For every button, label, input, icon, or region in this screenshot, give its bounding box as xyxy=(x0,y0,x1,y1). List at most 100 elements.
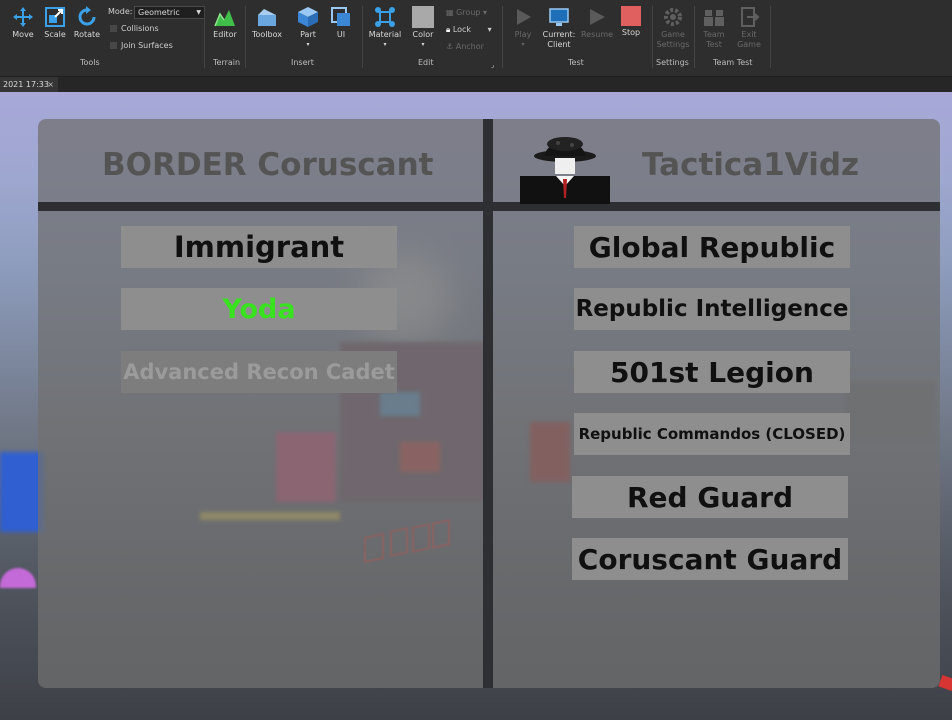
rotate-tool-button[interactable]: Rotate xyxy=(70,4,104,40)
avatar-icon xyxy=(520,137,610,204)
scale-tool-button[interactable]: Scale xyxy=(38,4,72,40)
material-icon xyxy=(375,7,395,27)
play-button[interactable]: Play ▾ xyxy=(506,4,540,50)
anchor-label: Anchor xyxy=(455,42,484,51)
team-test-label-1: Team xyxy=(703,30,725,39)
player-name-title: Tactica1Vidz xyxy=(642,147,860,183)
lock-button[interactable]: 🔒︎ Lock ▾ xyxy=(446,25,492,35)
studio-ribbon: t Move Scale Rotate Mode: Geometric ▼ Co… xyxy=(0,0,952,77)
color-label: Color xyxy=(412,30,434,39)
color-button[interactable]: Color ▾ xyxy=(406,4,440,50)
toolbox-icon xyxy=(258,9,276,26)
current-client-label-2: Client xyxy=(547,40,571,49)
terrain-editor-button[interactable]: Editor xyxy=(208,4,242,40)
toolbox-label: Toolbox xyxy=(252,30,282,39)
resume-icon xyxy=(590,9,605,25)
mode-select-value: Geometric xyxy=(138,8,180,17)
ui-button[interactable]: UI xyxy=(324,4,358,40)
stop-icon xyxy=(621,6,641,26)
collisions-label: Collisions xyxy=(121,24,159,33)
team-button-red-guard[interactable]: Red Guard xyxy=(572,476,848,518)
join-surfaces-toggle[interactable]: Join Surfaces xyxy=(110,41,173,51)
group-divider xyxy=(502,6,503,68)
part-label: Part xyxy=(300,30,316,39)
group-divider xyxy=(694,6,695,68)
settings-group-label: Settings xyxy=(656,58,689,67)
exit-game-label-1: Exit xyxy=(741,30,757,39)
group-divider xyxy=(770,6,771,68)
toolbox-button[interactable]: Toolbox xyxy=(250,4,284,40)
stop-button[interactable]: Stop xyxy=(614,4,648,38)
test-group-label: Test xyxy=(568,58,584,67)
chevron-down-icon: ▾ xyxy=(383,41,387,48)
team-button-immigrant[interactable]: Immigrant xyxy=(121,226,397,268)
collisions-checkbox[interactable] xyxy=(110,25,117,32)
material-label: Material xyxy=(368,30,402,39)
team-test-group-label: Team Test xyxy=(713,58,753,67)
game-settings-label-2: Settings xyxy=(656,40,690,49)
lock-label: Lock xyxy=(452,25,472,34)
collisions-toggle[interactable]: Collisions xyxy=(110,24,159,34)
gear-icon xyxy=(664,8,682,26)
edit-group-label: Edit xyxy=(418,58,434,67)
terrain-editor-label: Editor xyxy=(213,30,237,39)
mode-select[interactable]: Geometric ▼ xyxy=(134,6,205,19)
panel-horizontal-divider xyxy=(38,202,940,211)
chevron-down-icon: ▾ xyxy=(521,41,525,48)
group-icon: ▦ xyxy=(446,8,457,17)
game-settings-button[interactable]: Game Settings xyxy=(656,4,690,50)
group-divider xyxy=(204,6,205,68)
player-name-button[interactable]: Yoda xyxy=(121,288,397,330)
part-button[interactable]: Part ▾ xyxy=(291,4,325,50)
tab-place[interactable]: 2021 17:33 × xyxy=(0,77,58,92)
tools-group-label: Tools xyxy=(80,58,100,67)
join-surfaces-label: Join Surfaces xyxy=(121,41,173,50)
ui-label: UI xyxy=(336,30,346,39)
play-icon xyxy=(517,9,531,25)
rank-button[interactable]: Advanced Recon Cadet xyxy=(121,351,397,393)
stop-label: Stop xyxy=(621,28,641,37)
dome-structure xyxy=(0,568,36,588)
terrain-group-label: Terrain xyxy=(213,58,241,67)
mode-label: Mode: xyxy=(108,7,133,16)
team-test-label-2: Test xyxy=(706,40,722,49)
team-test-button[interactable]: Team Test xyxy=(697,4,731,50)
group-label: Group xyxy=(456,8,481,17)
current-client-button[interactable]: Current: Client xyxy=(542,4,576,50)
border-title: BORDER Coruscant xyxy=(102,147,434,183)
group-divider xyxy=(362,6,363,68)
team-icon xyxy=(704,10,724,26)
move-label: Move xyxy=(12,30,34,39)
color-swatch-icon xyxy=(412,6,434,28)
document-tabstrip: 2021 17:33 × xyxy=(0,77,952,92)
team-button-republic-commandos[interactable]: Republic Commandos (CLOSED) xyxy=(574,413,850,455)
close-icon[interactable]: × xyxy=(47,77,54,92)
team-button-coruscant-guard[interactable]: Coruscant Guard xyxy=(572,538,848,580)
lock-icon: 🔒︎ xyxy=(446,25,453,34)
terrain-icon xyxy=(214,10,235,27)
resume-label: Resume xyxy=(580,30,614,39)
rotate-icon xyxy=(78,6,96,26)
join-surfaces-checkbox[interactable] xyxy=(110,42,117,49)
edit-expand-icon[interactable]: ⌟ xyxy=(491,60,494,70)
group-button[interactable]: ▦ Group ▾ xyxy=(446,8,487,18)
anchor-icon: ⚓︎ xyxy=(446,42,456,51)
exit-game-label-2: Game xyxy=(737,40,761,49)
move-tool-button[interactable]: Move xyxy=(6,4,40,40)
team-button-501st-legion[interactable]: 501st Legion xyxy=(574,351,850,393)
chevron-down-icon: ▾ xyxy=(487,25,492,34)
exit-game-button[interactable]: Exit Game xyxy=(732,4,766,50)
rotate-label: Rotate xyxy=(73,30,101,39)
team-button-global-republic[interactable]: Global Republic xyxy=(574,226,850,268)
chevron-down-icon: ▾ xyxy=(421,41,425,48)
material-button[interactable]: Material ▾ xyxy=(368,4,402,50)
anchor-button[interactable]: ⚓︎ Anchor xyxy=(446,42,484,52)
resume-button[interactable]: Resume xyxy=(580,4,614,40)
insert-group-label: Insert xyxy=(291,58,314,67)
exit-icon xyxy=(741,7,760,27)
team-button-republic-intelligence[interactable]: Republic Intelligence xyxy=(574,288,850,330)
part-cube-icon xyxy=(298,7,318,27)
group-divider xyxy=(652,6,653,68)
scale-label: Scale xyxy=(44,30,66,39)
current-client-label-1: Current: xyxy=(542,30,576,39)
